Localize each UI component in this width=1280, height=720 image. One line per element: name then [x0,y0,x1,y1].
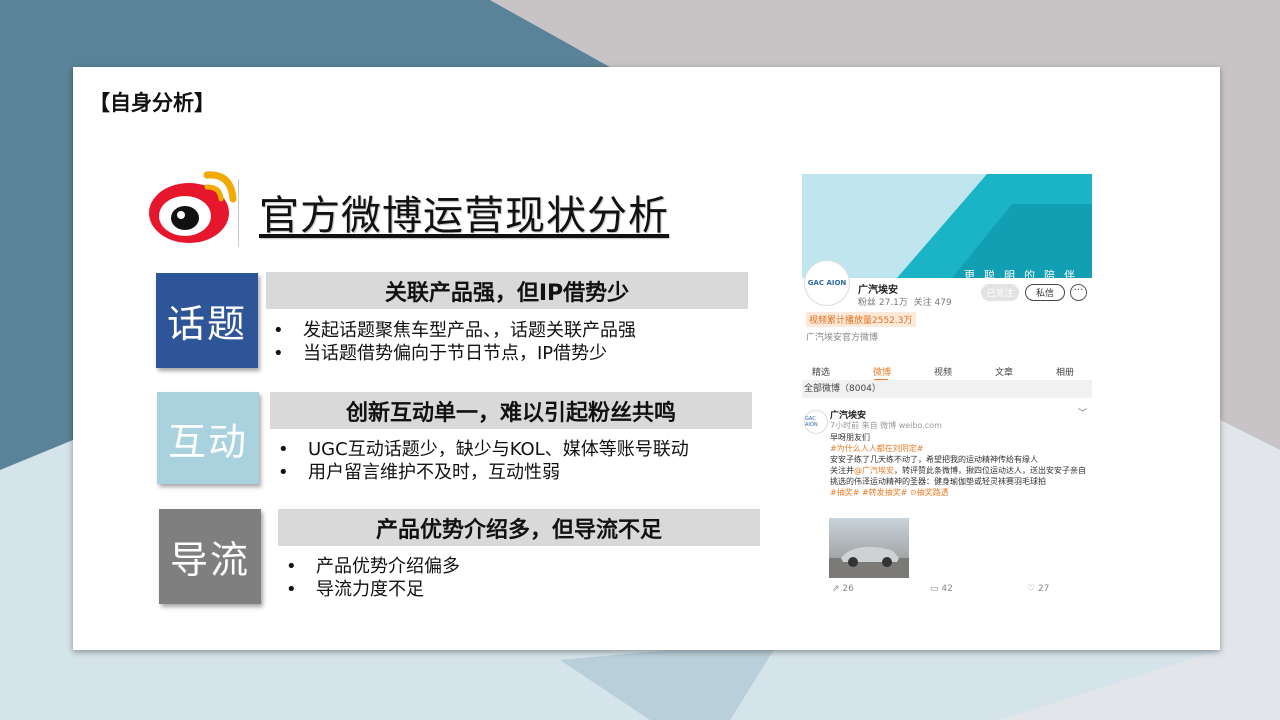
profile-banner [802,174,1092,278]
weibo-count: 全部微博（8004） [802,380,1092,398]
like-button[interactable]: ♡ 27 [1027,584,1049,594]
post-avatar[interactable]: GAC AION [804,410,828,434]
page-title: 官方微博运营现状分析 [259,193,669,239]
weibo-profile-screenshot: 更聪明的陪伴 GAC AION 广汽埃安 粉丝 27.1万 关注 479 已关注… [802,174,1092,600]
list-item: 导流力度不足 [284,578,460,601]
tab-articles[interactable]: 文章 [995,365,1013,378]
tab-albums[interactable]: 相册 [1056,365,1074,378]
post-line: 安安子练了几天练不动了，希望把我的运动精神传给有缘人 [830,455,1038,464]
post-photo[interactable] [829,518,909,578]
list-item: 发起话题聚焦车型产品、，话题关联产品强 [271,319,636,342]
interaction-tile: 互动 [157,392,259,484]
banner-tagline: 更聪明的陪伴 [964,269,1084,282]
mention-link[interactable]: @广汽埃安 [854,466,894,475]
tab-weibo[interactable]: 微博 [873,365,891,378]
topic-tile: 话题 [156,273,258,368]
followed-button[interactable]: 已关注 [981,284,1019,301]
chevron-down-icon[interactable]: ﹀ [1078,406,1087,419]
post-tags[interactable]: #抽奖# #转发抽奖# ⊙抽奖路透 [830,487,1088,498]
list-item: 用户留言维护不及时，互动性弱 [276,461,689,484]
topic-heading: 关联产品强，但IP借势少 [266,272,748,309]
weibo-logo-icon [149,171,237,243]
post-line: 关注并@广汽埃安，转评赞此条微博，揪四位运动达人，送出安安子亲自挑选的伟泽运动精… [830,466,1086,486]
post-text: 早呀朋友们 #为什么人人都在刘阴定# 安安子练了几天练不动了，希望把我的运动精神… [830,432,1088,498]
video-views-badge: 视频累计播放量2552.3万 [806,312,916,327]
profile-tabs: 精选 微博 视频 文章 相册 [802,362,1092,382]
more-options-icon[interactable]: ··· [1070,284,1087,301]
traffic-tile: 导流 [159,509,261,604]
logo-divider [238,179,239,247]
post-hashtag[interactable]: #为什么人人都在刘阴定# [830,443,1088,454]
traffic-heading: 产品优势介绍多，但导流不足 [278,509,760,546]
repost-button[interactable]: ⇗ 26 [832,584,854,594]
avatar[interactable]: GAC AION [804,260,850,306]
post-meta: 7小时前 来自 微博 weibo.com [830,421,942,430]
comment-button[interactable]: ▭ 42 [930,584,953,594]
tab-video[interactable]: 视频 [934,365,952,378]
following-count[interactable]: 关注 479 [914,298,952,308]
message-button[interactable]: 私信 [1025,284,1065,301]
account-name: 广汽埃安 [858,285,898,296]
traffic-bullets: 产品优势介绍偏多 导流力度不足 [284,555,460,601]
tab-featured[interactable]: 精选 [812,365,830,378]
interaction-heading: 创新互动单一，难以引起粉丝共鸣 [270,392,752,429]
list-item: 当话题借势偏向于节日节点，IP借势少 [271,342,636,365]
list-item: UGC互动话题少，缺少与KOL、媒体等账号联动 [276,438,689,461]
list-item: 产品优势介绍偏多 [284,555,460,578]
account-stats: 粉丝 27.1万 关注 479 [858,295,952,308]
content-card: 【自身分析】 官方微博运营现状分析 话题 关联产品强，但IP借势少 发起话题聚焦… [73,67,1220,650]
topic-bullets: 发起话题聚焦车型产品、，话题关联产品强 当话题借势偏向于节日节点，IP借势少 [271,319,636,365]
section-tag: 【自身分析】 [89,91,215,115]
fans-count[interactable]: 粉丝 27.1万 [858,298,908,308]
interaction-bullets: UGC互动话题少，缺少与KOL、媒体等账号联动 用户留言维护不及时，互动性弱 [276,438,689,484]
verified-label: 广汽埃安官方微博 [806,333,879,343]
post-line: 早呀朋友们 [830,433,870,442]
